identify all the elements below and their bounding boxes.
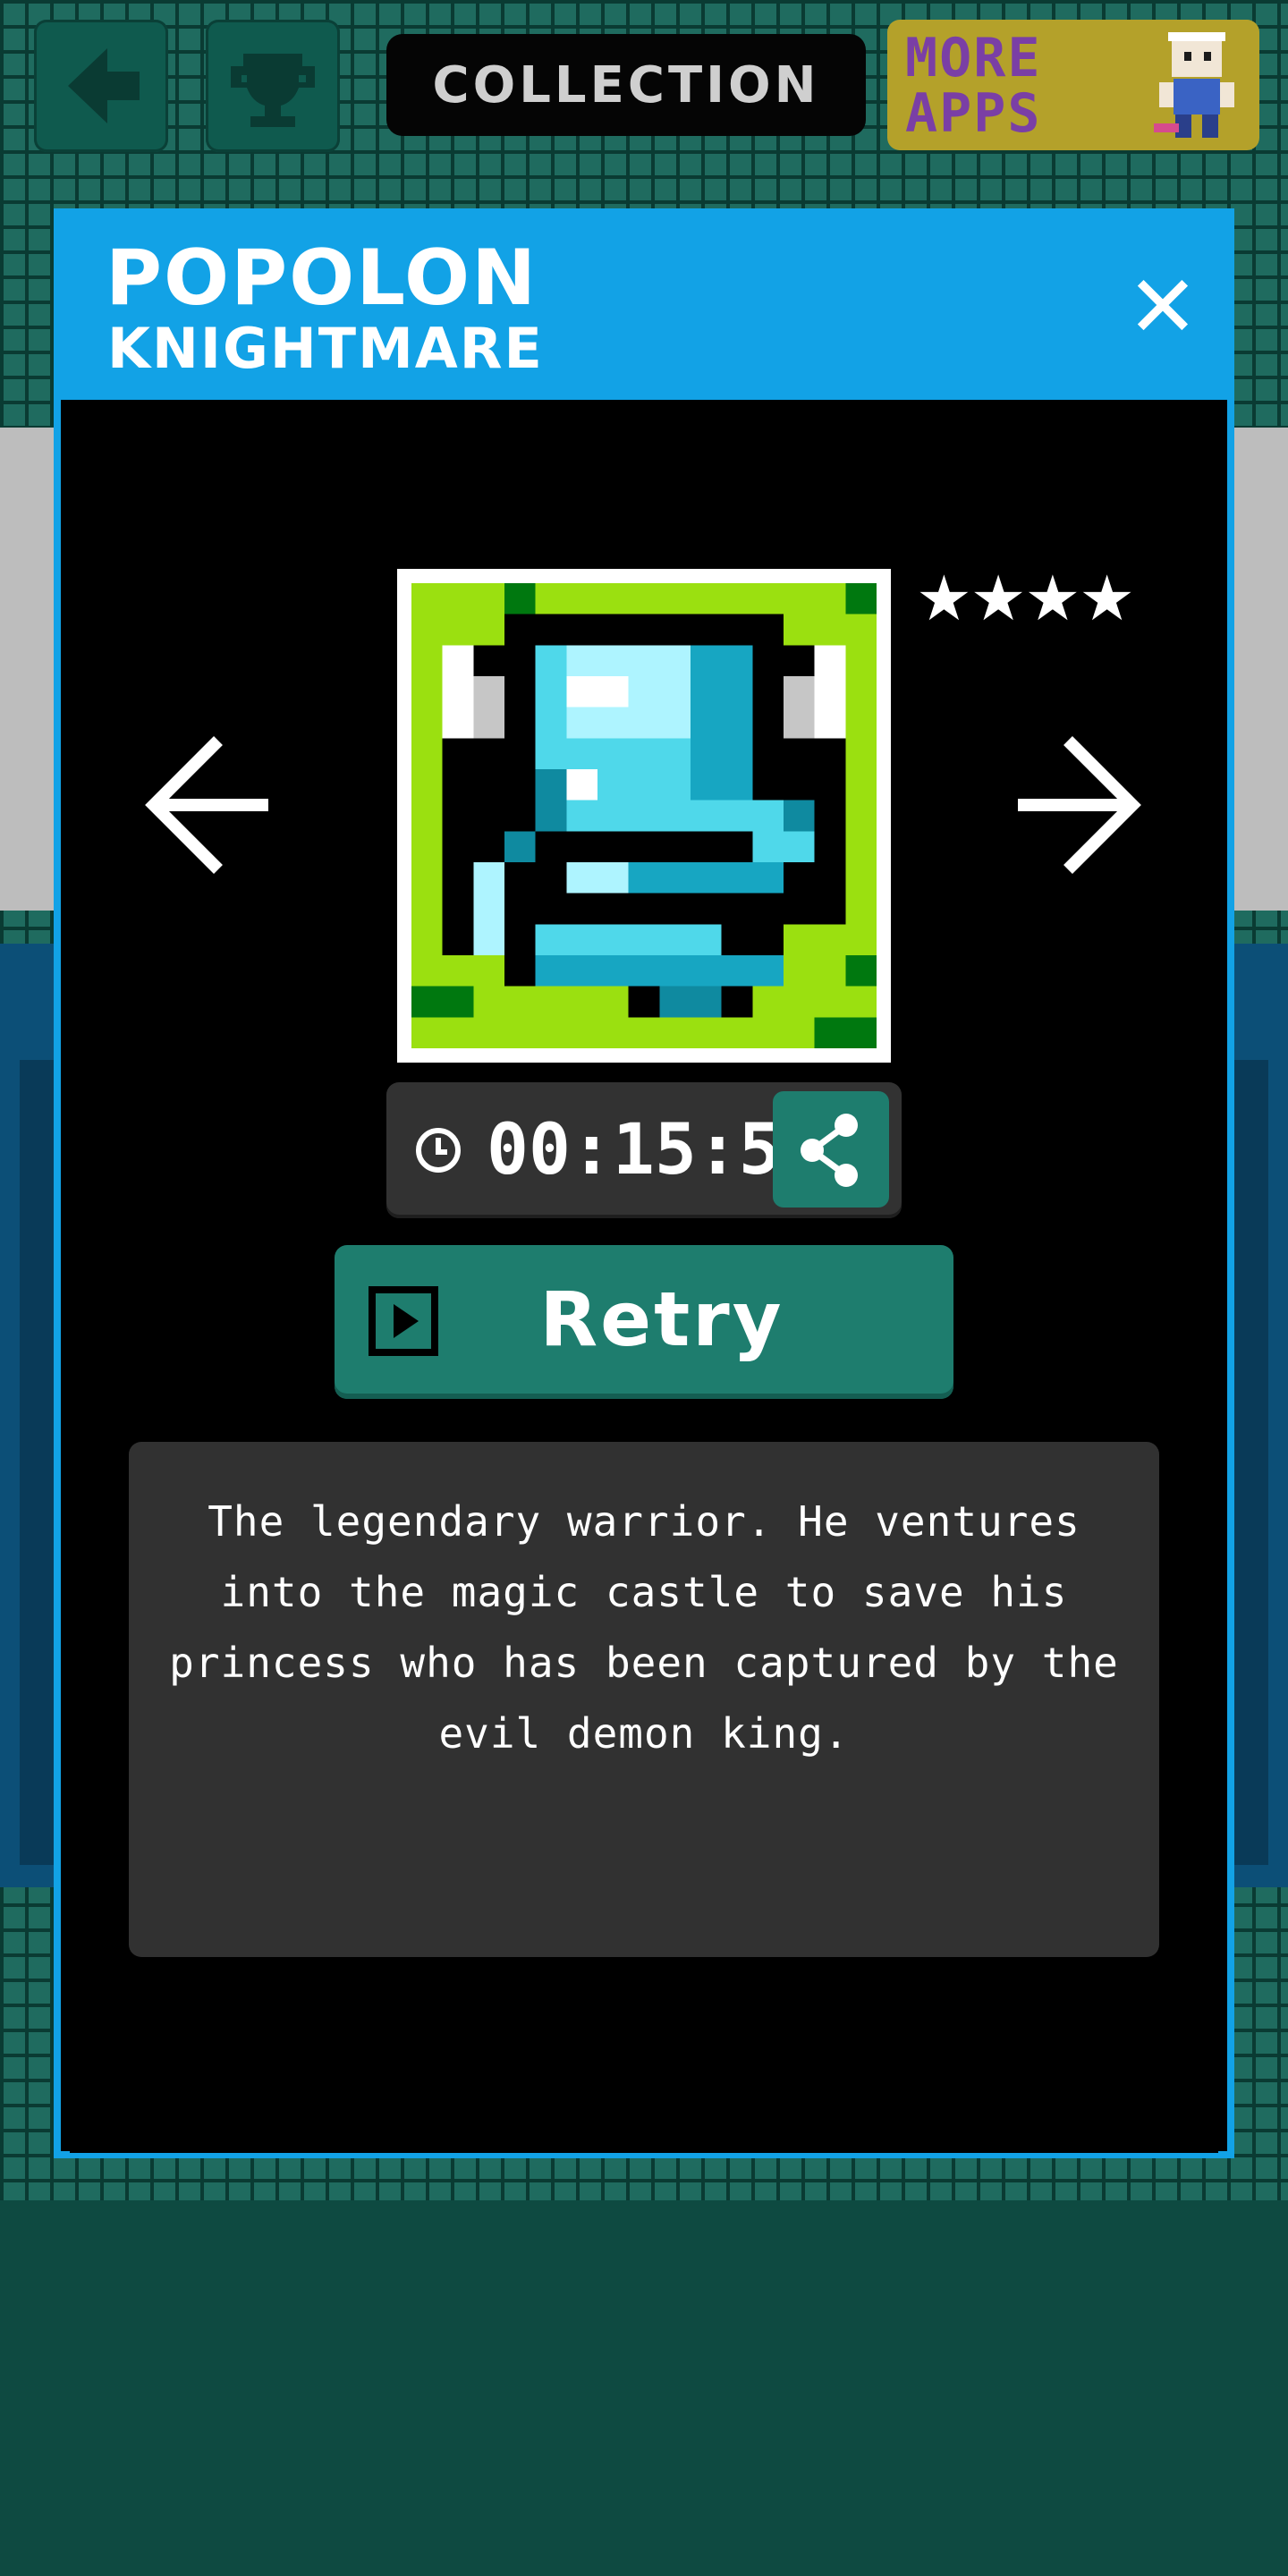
description-box: The legendary warrior. He ventures into … [129, 1442, 1159, 1957]
modal-header: POPOLON KNIGHTMARE ✕ [61, 216, 1227, 400]
character-sprite-frame [397, 569, 891, 1063]
clock-icon [416, 1128, 461, 1173]
more-apps-line2: APPS [905, 82, 1042, 145]
previous-arrow-icon[interactable] [143, 733, 268, 877]
share-icon [801, 1114, 858, 1187]
background-footer [0, 2200, 1288, 2576]
back-button[interactable] [34, 20, 168, 152]
next-arrow-icon[interactable] [1018, 733, 1143, 877]
pixel-mascot-icon [1154, 32, 1234, 138]
retry-button[interactable]: Retry [335, 1245, 953, 1399]
trophy-icon [231, 54, 315, 127]
share-button[interactable] [773, 1091, 889, 1208]
character-description: The legendary warrior. He ventures into … [169, 1497, 1119, 1758]
more-apps-line1: MORE [905, 27, 1042, 89]
game-title: KNIGHTMARE [107, 316, 544, 381]
character-sprite-icon [411, 583, 877, 1048]
rating-stars: ★★★★ [916, 562, 1135, 635]
close-button[interactable]: ✕ [1116, 260, 1209, 353]
retry-label: Retry [539, 1275, 784, 1363]
trophy-button[interactable] [206, 20, 340, 152]
character-name: POPOLON [106, 233, 538, 323]
more-apps-button[interactable]: MORE APPS [887, 20, 1259, 150]
clear-time-box: 00:15:56 [386, 1082, 902, 1218]
collection-tab[interactable]: COLLECTION [386, 34, 866, 136]
back-arrow-icon [68, 48, 140, 123]
